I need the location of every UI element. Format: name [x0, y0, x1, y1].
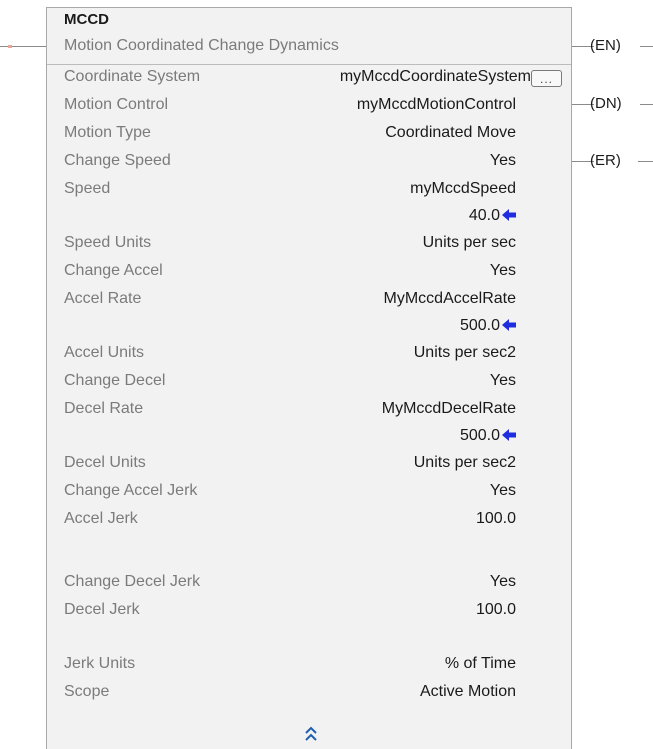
operand-row-change-accel[interactable]: Change Accel Yes	[64, 262, 516, 284]
live-value-text: 40.0	[468, 207, 500, 224]
operand-row-change-decel[interactable]: Change Decel Yes	[64, 372, 516, 394]
operand-row-speed-units[interactable]: Speed Units Units per sec	[64, 234, 516, 256]
operand-label: Change Accel	[64, 262, 163, 279]
operand-label: Decel Jerk	[64, 601, 140, 618]
operand-row-speed[interactable]: Speed myMccdSpeed	[64, 180, 516, 202]
operand-value[interactable]: 100.0	[476, 510, 516, 528]
dn-wire-out	[640, 104, 653, 105]
dn-coil-label: DN	[595, 95, 617, 112]
operand-value[interactable]: Yes	[490, 372, 516, 390]
operand-label: Accel Jerk	[64, 510, 138, 527]
operand-value[interactable]: 100.0	[476, 601, 516, 619]
operand-label: Coordinate System	[64, 68, 201, 85]
operand-label: Jerk Units	[64, 655, 136, 672]
browse-coordinate-system-button[interactable]: ...	[531, 70, 562, 87]
operand-label: Accel Rate	[64, 290, 142, 307]
en-wire-out	[640, 46, 653, 47]
operand-value[interactable]: Units per sec2	[414, 344, 516, 362]
operand-label: Speed	[64, 180, 111, 197]
header-divider	[47, 64, 571, 65]
operand-row-accel-jerk[interactable]: Accel Jerk 100.0	[64, 510, 516, 532]
operand-value[interactable]: Units per sec2	[414, 454, 516, 472]
live-value-row-speed: 40.0	[64, 207, 516, 229]
live-value-text: 500.0	[459, 427, 500, 444]
operand-row-coordinate-system[interactable]: Coordinate System myMccdCoordinateSystem	[64, 68, 531, 90]
operand-label: Scope	[64, 683, 110, 700]
rung-power-marker	[8, 45, 12, 48]
operand-value[interactable]: MyMccdDecelRate	[382, 400, 516, 418]
er-wire-out	[638, 161, 653, 162]
operand-row-decel-units[interactable]: Decel Units Units per sec2	[64, 454, 516, 476]
operand-value[interactable]: myMccdSpeed	[410, 180, 516, 198]
operand-row-accel-rate[interactable]: Accel Rate MyMccdAccelRate	[64, 290, 516, 312]
operand-row-change-accel-jerk[interactable]: Change Accel Jerk Yes	[64, 482, 516, 504]
ellipsis-icon: ...	[540, 72, 554, 86]
rung-input-wire	[0, 46, 46, 47]
operand-row-motion-control[interactable]: Motion Control myMccdMotionControl	[64, 96, 516, 118]
operand-row-change-speed[interactable]: Change Speed Yes	[64, 152, 516, 174]
live-value-text: 500.0	[459, 317, 500, 334]
operand-label: Change Decel	[64, 372, 166, 389]
operand-label: Change Decel Jerk	[64, 573, 201, 590]
en-coil: (EN)	[590, 37, 621, 54]
operand-label: Motion Control	[64, 96, 169, 113]
operand-value[interactable]: Coordinated Move	[385, 124, 516, 142]
operand-label: Decel Rate	[64, 400, 144, 417]
left-arrow-icon	[502, 429, 516, 441]
operand-label: Change Accel Jerk	[64, 482, 198, 499]
operand-label: Accel Units	[64, 344, 145, 361]
operand-value[interactable]: Yes	[490, 152, 516, 170]
operand-row-decel-jerk[interactable]: Decel Jerk 100.0	[64, 601, 516, 623]
live-value: 40.0	[469, 207, 516, 225]
operand-value[interactable]: MyMccdAccelRate	[384, 290, 516, 308]
left-arrow-icon	[502, 319, 516, 331]
operand-value[interactable]: myMccdCoordinateSystem	[340, 68, 531, 86]
operand-value[interactable]: Yes	[490, 482, 516, 500]
live-value: 500.0	[460, 427, 516, 445]
operand-value[interactable]: Active Motion	[420, 683, 516, 701]
double-chevron-up-icon[interactable]	[303, 725, 319, 743]
live-value: 500.0	[460, 317, 516, 335]
operand-row-scope[interactable]: Scope Active Motion	[64, 683, 516, 705]
er-coil: (ER)	[590, 152, 621, 169]
operand-value[interactable]: % of Time	[445, 655, 516, 673]
operand-row-decel-rate[interactable]: Decel Rate MyMccdDecelRate	[64, 400, 516, 422]
en-coil-label: EN	[595, 37, 616, 54]
dn-coil: (DN)	[590, 95, 622, 112]
operand-value[interactable]: Units per sec	[423, 234, 516, 252]
operand-label: Motion Type	[64, 124, 151, 141]
operand-row-accel-units[interactable]: Accel Units Units per sec2	[64, 344, 516, 366]
operand-label: Change Speed	[64, 152, 171, 169]
er-coil-label: ER	[595, 152, 616, 169]
operand-row-change-decel-jerk[interactable]: Change Decel Jerk Yes	[64, 573, 516, 595]
operand-label: Speed Units	[64, 234, 152, 251]
operand-value[interactable]: myMccdMotionControl	[357, 96, 516, 114]
operand-value[interactable]: Yes	[490, 573, 516, 591]
instruction-mnemonic: MCCD	[64, 11, 109, 28]
mccd-instruction-block[interactable]: MCCD Motion Coordinated Change Dynamics …	[46, 7, 572, 749]
live-value-row-accel-rate: 500.0	[64, 317, 516, 339]
left-arrow-icon	[502, 209, 516, 221]
operand-row-motion-type[interactable]: Motion Type Coordinated Move	[64, 124, 516, 146]
operand-value[interactable]: Yes	[490, 262, 516, 280]
operand-row-jerk-units[interactable]: Jerk Units % of Time	[64, 655, 516, 677]
instruction-description: Motion Coordinated Change Dynamics	[64, 37, 339, 54]
operand-label: Decel Units	[64, 454, 146, 471]
live-value-row-decel-rate: 500.0	[64, 427, 516, 449]
